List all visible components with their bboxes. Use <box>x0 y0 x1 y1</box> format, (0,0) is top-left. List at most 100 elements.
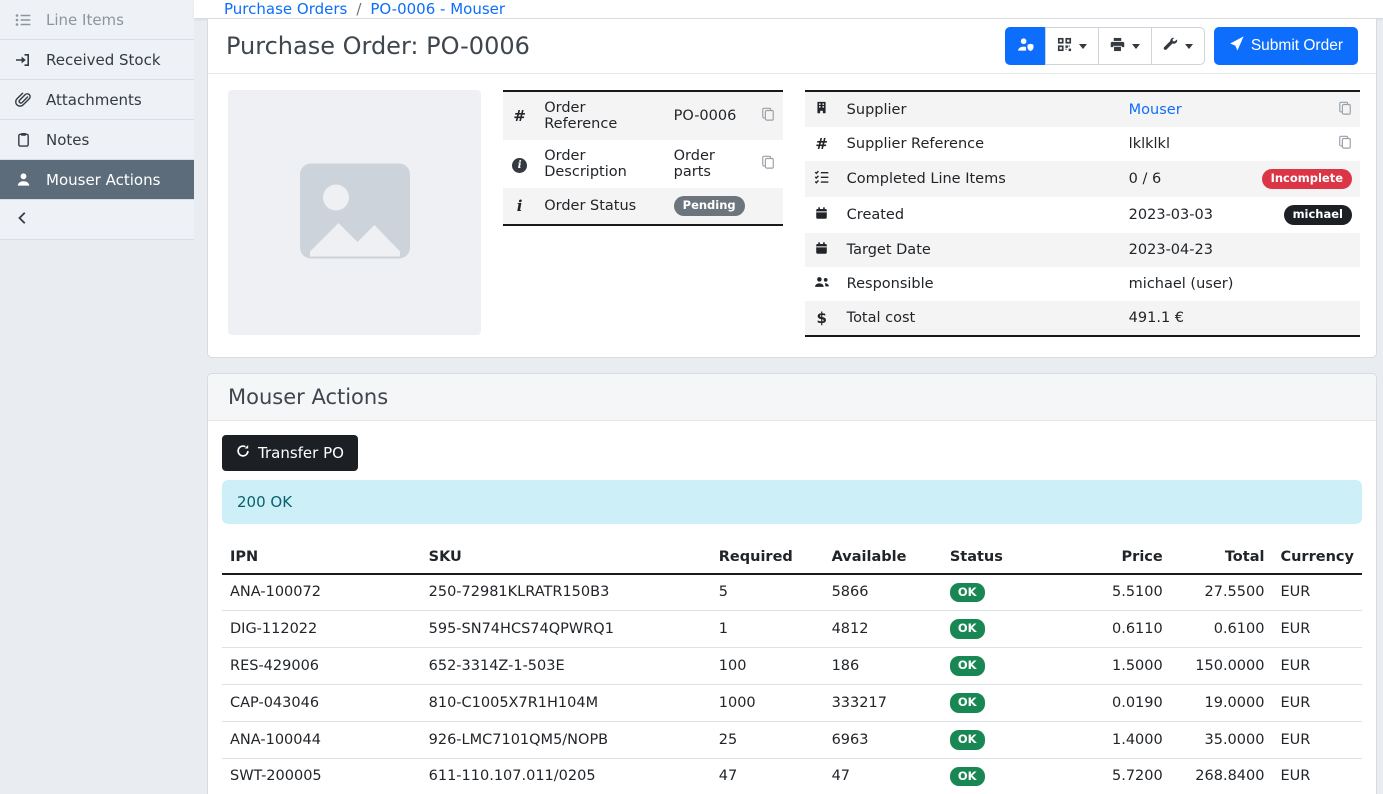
alert-message: 200 OK <box>222 480 1362 524</box>
main-content: Purchase Orders / PO-0006 - Mouser Purch… <box>194 0 1383 794</box>
table-row: ANA-100044 926-LMC7101QM5/NOPB 25 6963 O… <box>222 721 1362 758</box>
print-dropdown-button[interactable] <box>1098 27 1152 65</box>
cell-currency: EUR <box>1272 684 1362 721</box>
actions-dropdown-button[interactable] <box>1151 27 1205 65</box>
cell-sku: 926-LMC7101QM5/NOPB <box>421 721 711 758</box>
cell-ipn: SWT-200005 <box>222 758 421 794</box>
mouser-actions-panel: Mouser Actions Transfer PO 200 OK IPN SK… <box>207 373 1377 794</box>
cell-available: 47 <box>824 758 942 794</box>
cell-ipn: DIG-112022 <box>222 611 421 648</box>
col-header-ipn[interactable]: IPN <box>222 541 421 574</box>
detail-value: michael (user) <box>1121 267 1254 301</box>
cell-available: 6963 <box>824 721 942 758</box>
page-title: Purchase Order: PO-0006 <box>226 32 530 60</box>
cell-available: 333217 <box>824 684 942 721</box>
cell-available: 4812 <box>824 611 942 648</box>
caret-down-icon <box>1185 44 1193 49</box>
sidebar-item-label: Notes <box>46 131 89 149</box>
cell-available: 186 <box>824 648 942 685</box>
table-row: SWT-200005 611-110.107.011/0205 47 47 OK… <box>222 758 1362 794</box>
barcode-dropdown-button[interactable] <box>1045 27 1099 65</box>
tools-icon <box>1163 37 1178 56</box>
cell-sku: 595-SN74HCS74QPWRQ1 <box>421 611 711 648</box>
sidebar-item-label: Attachments <box>46 91 142 109</box>
hash-icon: # <box>513 107 526 125</box>
parts-table: IPN SKU Required Available Status Price … <box>222 541 1362 794</box>
sidebar-item-notes[interactable]: Notes <box>0 120 194 160</box>
breadcrumb: Purchase Orders / PO-0006 - Mouser <box>194 0 1383 19</box>
toolbar: Submit Order <box>1005 27 1358 65</box>
clipboard-icon <box>14 132 32 147</box>
dollar-icon: $ <box>816 309 826 327</box>
ok-badge: OK <box>950 693 985 713</box>
cell-total: 268.8400 <box>1171 758 1273 794</box>
col-header-total[interactable]: Total <box>1171 541 1273 574</box>
cell-total: 150.0000 <box>1171 648 1273 685</box>
detail-value: Order parts <box>666 140 753 188</box>
sidebar-collapse-button[interactable] <box>0 200 194 240</box>
detail-label: Order Reference <box>536 91 665 140</box>
breadcrumb-link-purchase-orders[interactable]: Purchase Orders <box>224 0 347 18</box>
order-details-table-left: # Order Reference PO-0006 i Order Descri… <box>503 90 783 226</box>
cell-currency: EUR <box>1272 611 1362 648</box>
chevron-left-icon <box>16 211 30 229</box>
cell-sku: 611-110.107.011/0205 <box>421 758 711 794</box>
detail-label: Supplier Reference <box>839 127 1121 161</box>
cell-sku: 250-72981KLRATR150B3 <box>421 574 711 611</box>
ok-badge: OK <box>950 583 985 603</box>
list-check-icon <box>814 172 829 188</box>
submit-order-button[interactable]: Submit Order <box>1214 27 1358 65</box>
order-details-table-right: Supplier Mouser # Supplier Reference lkl… <box>805 90 1360 337</box>
caret-down-icon <box>1079 44 1087 49</box>
panel-body: Transfer PO 200 OK IPN SKU Required Avai… <box>208 421 1376 794</box>
building-icon <box>815 103 828 119</box>
detail-label: Created <box>839 197 1121 233</box>
transfer-po-button[interactable]: Transfer PO <box>222 435 358 471</box>
copy-icon[interactable] <box>1338 101 1352 115</box>
breadcrumb-separator: / <box>356 0 361 18</box>
detail-label: Supplier <box>839 91 1121 127</box>
detail-row-target-date: Target Date 2023-04-23 <box>805 233 1360 267</box>
user-shield-icon <box>1017 37 1034 56</box>
app-root: Line Items Received Stock Attachments No… <box>0 0 1383 794</box>
breadcrumb-link-po-0006[interactable]: PO-0006 - Mouser <box>370 0 505 18</box>
copy-icon[interactable] <box>761 155 775 169</box>
detail-row-order-reference: # Order Reference PO-0006 <box>503 91 783 140</box>
col-header-sku[interactable]: SKU <box>421 541 711 574</box>
detail-label: Target Date <box>839 233 1121 267</box>
cell-currency: EUR <box>1272 648 1362 685</box>
sidebar: Line Items Received Stock Attachments No… <box>0 0 194 794</box>
cell-ipn: ANA-100072 <box>222 574 421 611</box>
sidebar-item-mouser-actions[interactable]: Mouser Actions <box>0 160 194 200</box>
part-image-placeholder[interactable] <box>228 90 481 335</box>
ok-badge: OK <box>950 619 985 639</box>
table-row: CAP-043046 810-C1005X7R1H104M 1000 33321… <box>222 684 1362 721</box>
paper-plane-icon <box>1229 36 1244 56</box>
col-header-price[interactable]: Price <box>1048 541 1171 574</box>
sidebar-item-received-stock[interactable]: Received Stock <box>0 40 194 80</box>
sidebar-item-attachments[interactable]: Attachments <box>0 80 194 120</box>
col-header-currency[interactable]: Currency <box>1272 541 1362 574</box>
cell-required: 100 <box>711 648 824 685</box>
col-header-required[interactable]: Required <box>711 541 824 574</box>
sidebar-item-line-items[interactable]: Line Items <box>0 0 194 40</box>
table-row: DIG-112022 595-SN74HCS74QPWRQ1 1 4812 OK… <box>222 611 1362 648</box>
list-icon <box>14 12 32 28</box>
detail-label: Completed Line Items <box>839 161 1121 197</box>
user-icon <box>14 172 32 187</box>
ok-badge: OK <box>950 767 985 787</box>
cell-available: 5866 <box>824 574 942 611</box>
admin-user-button[interactable] <box>1005 27 1046 65</box>
cell-total: 0.6100 <box>1171 611 1273 648</box>
arrow-in-icon <box>14 52 32 68</box>
supplier-link[interactable]: Mouser <box>1129 102 1182 118</box>
detail-value: 491.1 € <box>1121 301 1254 336</box>
copy-icon[interactable] <box>761 107 775 121</box>
col-header-status[interactable]: Status <box>942 541 1048 574</box>
copy-icon[interactable] <box>1338 135 1352 149</box>
col-header-available[interactable]: Available <box>824 541 942 574</box>
paperclip-icon <box>14 92 32 108</box>
cell-ipn: CAP-043046 <box>222 684 421 721</box>
cell-total: 19.0000 <box>1171 684 1273 721</box>
cell-sku: 810-C1005X7R1H104M <box>421 684 711 721</box>
